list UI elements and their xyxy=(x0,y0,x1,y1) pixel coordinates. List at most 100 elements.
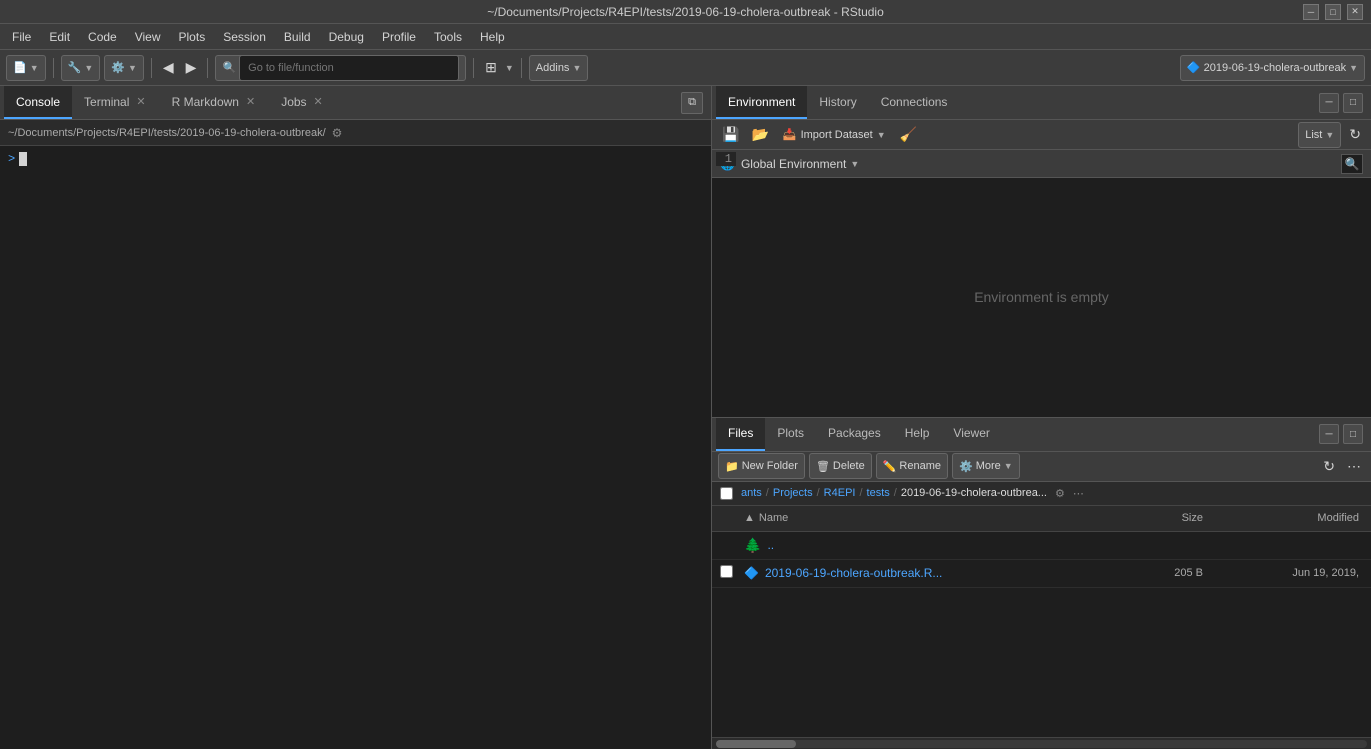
layout-button[interactable]: ⊞ xyxy=(481,55,501,81)
options-button[interactable]: ⚙️ ▼ xyxy=(104,55,144,81)
help-tab-label: Help xyxy=(905,426,930,440)
menu-plots[interactable]: Plots xyxy=(171,28,214,46)
more-button[interactable]: ⚙️ More ▼ xyxy=(952,453,1020,479)
main-toolbar: 📄 ▼ 🔧 ▼ ⚙️ ▼ ◀ ▶ 🔍 ⊞ ▼ Addins ▼ 🔷 2019-0… xyxy=(0,50,1371,86)
breadcrumb-link-projects[interactable]: Projects xyxy=(773,487,813,499)
project-selector-button[interactable]: 🔷 2019-06-19-cholera-outbreak ▼ xyxy=(1180,55,1365,81)
right-top-minimize-button[interactable]: ─ xyxy=(1319,93,1339,113)
tab-terminal[interactable]: Terminal ✕ xyxy=(72,86,160,119)
import-arrow: ▼ xyxy=(877,130,886,140)
new-file-button[interactable]: 📄 ▼ xyxy=(6,55,46,81)
rmarkdown-close-icon[interactable]: ✕ xyxy=(244,95,257,108)
menu-help[interactable]: Help xyxy=(472,28,513,46)
parent-dir-name[interactable]: .. xyxy=(767,538,774,552)
tab-plots[interactable]: Plots xyxy=(765,418,816,451)
files-header-size[interactable]: Size xyxy=(1123,512,1203,524)
console-area[interactable]: > xyxy=(0,146,711,749)
tab-rmarkdown[interactable]: R Markdown ✕ xyxy=(160,86,270,119)
tab-files[interactable]: Files xyxy=(716,418,765,451)
scrollbar-thumb[interactable] xyxy=(716,740,796,748)
plots-tab-label: Plots xyxy=(777,426,804,440)
tab-connections[interactable]: Connections xyxy=(869,86,960,119)
console-path: ~/Documents/Projects/R4EPI/tests/2019-06… xyxy=(8,127,326,139)
delete-button[interactable]: 🗑 Delete xyxy=(809,453,872,479)
go-to-file-input[interactable] xyxy=(239,55,459,81)
menu-tools[interactable]: Tools xyxy=(426,28,470,46)
delete-icon: 🗑 xyxy=(816,460,830,473)
menu-profile[interactable]: Profile xyxy=(374,28,424,46)
menu-edit[interactable]: Edit xyxy=(41,28,78,46)
file-row-0[interactable]: 🔷 2019-06-19-cholera-outbreak.R... 205 B… xyxy=(712,560,1371,588)
files-more-options[interactable]: ⋯ xyxy=(1343,453,1365,479)
breadcrumb-link-tests[interactable]: tests xyxy=(867,487,890,499)
file-check-input-0[interactable] xyxy=(720,565,733,578)
go-to-file-button[interactable]: 🔍 xyxy=(215,55,466,81)
files-refresh-button[interactable]: ↻ xyxy=(1319,453,1339,479)
addins-arrow: ▼ xyxy=(572,63,581,73)
jobs-close-icon[interactable]: ✕ xyxy=(312,95,325,108)
env-save-button[interactable]: 💾 xyxy=(718,122,743,148)
files-header-name[interactable]: ▲ Name xyxy=(744,512,1123,524)
files-toolbar: 📁 New Folder 🗑 Delete ✏️ Rename ⚙️ More … xyxy=(712,452,1371,482)
global-env-arrow: ▼ xyxy=(850,159,859,169)
breadcrumb-link-ants[interactable]: ants xyxy=(741,487,762,499)
menu-view[interactable]: View xyxy=(127,28,169,46)
more-breadcrumb: ⋯ xyxy=(1073,487,1084,500)
menu-file[interactable]: File xyxy=(4,28,39,46)
tab-viewer[interactable]: Viewer xyxy=(941,418,1001,451)
main-layout: Console Terminal ✕ R Markdown ✕ Jobs ✕ ⧉… xyxy=(0,86,1371,749)
tab-help[interactable]: Help xyxy=(893,418,942,451)
files-header-modified[interactable]: Modified xyxy=(1203,512,1363,524)
right-bottom-minimize-button[interactable]: ─ xyxy=(1319,424,1339,444)
list-view-button[interactable]: List ▼ xyxy=(1298,122,1341,148)
global-env-selector[interactable]: Global Environment ▼ xyxy=(741,157,859,171)
file-size-0: 205 B xyxy=(1123,567,1203,579)
breadcrumb-icon: ⚙ xyxy=(332,126,343,140)
r-file-icon: 🔷 xyxy=(744,566,759,580)
list-label: List xyxy=(1305,129,1322,141)
breadcrumb-link-r4epi[interactable]: R4EPI xyxy=(824,487,856,499)
env-load-button[interactable]: 📂 xyxy=(747,122,772,148)
new-folder-button[interactable]: 📁 New Folder xyxy=(718,453,805,479)
file-name-0[interactable]: 2019-06-19-cholera-outbreak.R... xyxy=(765,566,1123,580)
env-clear-button[interactable]: 🧹 xyxy=(896,122,921,148)
go-icon: 🔍 xyxy=(222,61,236,74)
menu-build[interactable]: Build xyxy=(276,28,319,46)
tab-history[interactable]: History xyxy=(807,86,868,119)
console-prompt-symbol: > xyxy=(8,152,15,166)
right-bottom-maximize-button[interactable]: □ xyxy=(1343,424,1363,444)
env-search-button[interactable]: 🔍 xyxy=(1341,154,1363,174)
tab-packages[interactable]: Packages xyxy=(816,418,893,451)
forward-button[interactable]: ▶ xyxy=(182,55,201,81)
back-button[interactable]: ◀ xyxy=(159,55,178,81)
tab-console[interactable]: Console xyxy=(4,86,72,119)
maximize-button[interactable]: □ xyxy=(1325,4,1341,20)
scrollbar-track[interactable] xyxy=(716,740,1367,748)
left-panel-popout-button[interactable]: ⧉ xyxy=(681,92,703,114)
import-icon: 📥 xyxy=(783,128,797,141)
rename-button[interactable]: ✏️ Rename xyxy=(876,453,948,479)
import-label: Import Dataset xyxy=(801,129,873,141)
files-select-all-checkbox[interactable] xyxy=(720,487,733,500)
env-refresh-button[interactable]: ↻ xyxy=(1345,122,1365,148)
parent-dir-row[interactable]: 🌲 .. xyxy=(712,532,1371,560)
history-tab-label: History xyxy=(819,95,856,109)
broom-icon: 🧹 xyxy=(900,126,917,143)
files-table-header: ▲ Name Size Modified xyxy=(712,506,1371,532)
right-bottom-tab-actions: ─ □ xyxy=(1315,418,1367,451)
import-dataset-button[interactable]: 📥 Import Dataset ▼ xyxy=(777,126,892,143)
close-button[interactable]: ✕ xyxy=(1347,4,1363,20)
addins-button[interactable]: Addins ▼ xyxy=(529,55,589,81)
tab-environment[interactable]: Environment xyxy=(716,86,807,119)
bottom-scrollbar[interactable] xyxy=(712,737,1371,749)
right-top-maximize-button[interactable]: □ xyxy=(1343,93,1363,113)
terminal-tab-label: Terminal xyxy=(84,95,129,109)
tab-jobs[interactable]: Jobs ✕ xyxy=(269,86,337,119)
minimize-button[interactable]: ─ xyxy=(1303,4,1319,20)
menu-debug[interactable]: Debug xyxy=(321,28,372,46)
menu-session[interactable]: Session xyxy=(215,28,274,46)
menu-code[interactable]: Code xyxy=(80,28,125,46)
environment-toolbar: 💾 📂 📥 Import Dataset ▼ 🧹 List ▼ xyxy=(712,120,1371,150)
open-project-button[interactable]: 🔧 ▼ xyxy=(61,55,101,81)
terminal-close-icon[interactable]: ✕ xyxy=(134,95,147,108)
